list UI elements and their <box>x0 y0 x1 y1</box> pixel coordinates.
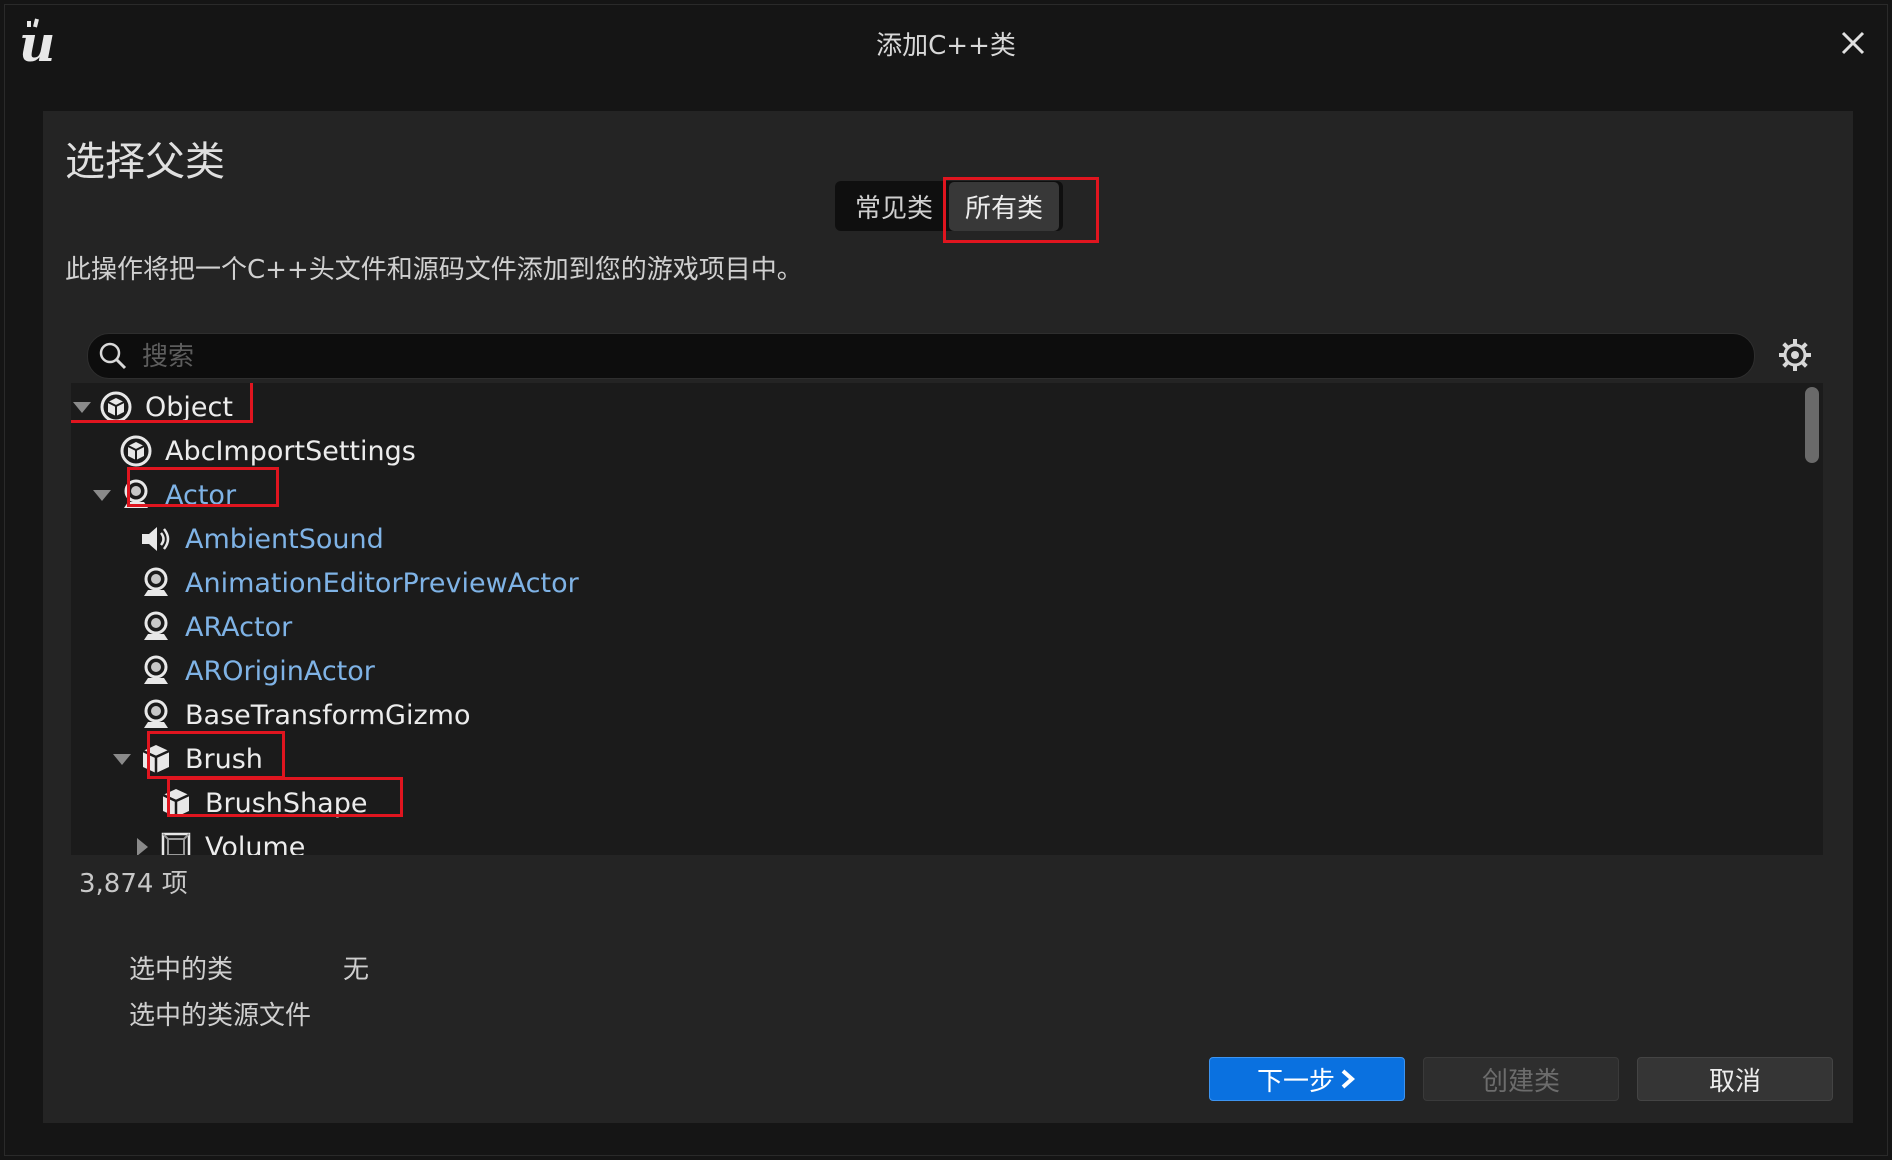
tree-item-abcimportsettings[interactable]: AbcImportSettings <box>119 429 416 473</box>
page-title: 选择父类 <box>65 139 225 185</box>
search-icon <box>99 342 127 370</box>
description-text: 此操作将把一个C++头文件和源码文件添加到您的游戏项目中。 <box>65 255 803 285</box>
tree-item-label: BaseTransformGizmo <box>185 699 471 731</box>
close-icon[interactable] <box>1833 23 1873 63</box>
tree-item-label: ARActor <box>185 611 293 643</box>
title-bar: u 添加C++类 <box>5 5 1887 101</box>
tree-item-aractor[interactable]: ARActor <box>139 605 292 649</box>
cancel-button[interactable]: 取消 <box>1637 1057 1833 1101</box>
next-button-label: 下一步 <box>1256 1066 1335 1097</box>
actor-icon <box>124 479 148 508</box>
tree-item-actor[interactable]: Actor <box>91 473 236 517</box>
tree-item-label: AmbientSound <box>185 523 384 555</box>
tree-item-object[interactable]: Object <box>71 385 233 429</box>
object-icon <box>120 435 152 467</box>
window-title: 添加C++类 <box>876 31 1016 61</box>
tree-item-label: AbcImportSettings <box>165 435 416 467</box>
tree-item-brushshape[interactable]: BrushShape <box>159 781 367 825</box>
tree-item-volume[interactable]: Volume <box>131 825 305 855</box>
expanded-arrow-icon[interactable] <box>91 484 113 506</box>
tree-item-basetransformgizmo[interactable]: BaseTransformGizmo <box>139 693 470 737</box>
selected-class-label: 选中的类 <box>129 955 234 985</box>
expanded-arrow-icon[interactable] <box>71 396 93 418</box>
tree-item-label: Brush <box>185 743 263 775</box>
search-box <box>87 333 1755 380</box>
tree-item-label: BrushShape <box>205 787 368 819</box>
tree-item-label: Volume <box>205 831 306 856</box>
tree-item-label: AROriginActor <box>185 655 375 687</box>
actor-icon <box>144 611 168 640</box>
gear-icon[interactable] <box>1777 337 1813 373</box>
collapsed-arrow-icon[interactable] <box>131 836 153 855</box>
add-cpp-class-dialog: u 添加C++类 选择父类 常见类 所有类 此操作将把一个C++头文件和源码文件… <box>4 4 1888 1156</box>
speaker-icon <box>142 527 170 551</box>
actor-icon <box>144 699 168 728</box>
object-icon <box>100 391 132 423</box>
tree-item-brush[interactable]: Brush <box>111 737 263 781</box>
create-class-button[interactable]: 创建类 <box>1423 1057 1619 1101</box>
tree-item-label: AnimationEditorPreviewActor <box>185 567 579 599</box>
actor-icon <box>144 655 168 684</box>
tree-item-aroriginactor[interactable]: AROriginActor <box>139 649 375 693</box>
next-button[interactable]: 下一步 <box>1209 1057 1405 1101</box>
actor-icon <box>144 567 168 596</box>
expanded-arrow-icon[interactable] <box>111 748 133 770</box>
chevron-right-icon <box>1341 1069 1356 1089</box>
class-tree: Object AbcImportSettings Actor AmbientSo… <box>71 383 1823 855</box>
class-filter-tabs: 常见类 所有类 <box>835 181 1064 231</box>
tree-item-label: Actor <box>165 479 237 511</box>
tree-item-label: Object <box>145 391 233 423</box>
selected-class-source-label: 选中的类源文件 <box>129 1001 312 1031</box>
tree-item-animationeditorpreviewactor[interactable]: AnimationEditorPreviewActor <box>139 561 579 605</box>
search-input[interactable] <box>140 334 1724 380</box>
cube-icon <box>162 789 190 817</box>
main-panel: 选择父类 常见类 所有类 此操作将把一个C++头文件和源码文件添加到您的游戏项目… <box>43 111 1853 1123</box>
tab-common-classes[interactable]: 常见类 <box>839 182 949 231</box>
cube-icon <box>142 745 170 773</box>
item-count: 3,874 项 <box>79 869 188 899</box>
tab-all-classes[interactable]: 所有类 <box>949 181 1060 231</box>
selected-class-value: 无 <box>343 955 370 985</box>
tree-item-ambientsound[interactable]: AmbientSound <box>139 517 384 561</box>
volume-icon <box>161 832 191 855</box>
tree-scrollbar[interactable] <box>1805 387 1819 463</box>
